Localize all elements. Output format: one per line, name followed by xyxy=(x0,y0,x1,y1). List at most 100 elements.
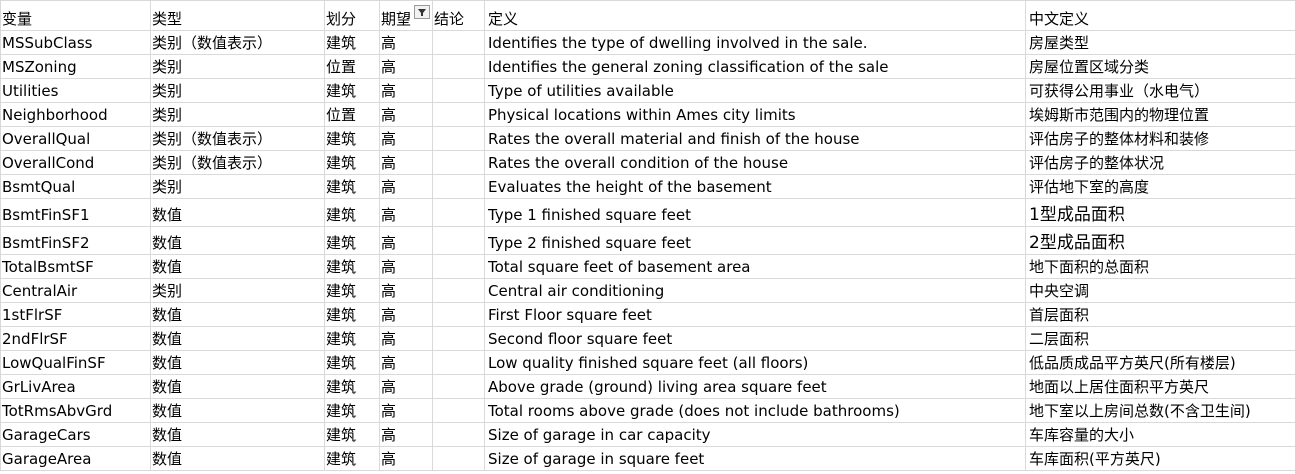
cell-division[interactable]: 建筑 xyxy=(324,422,380,447)
cell-conclusion[interactable] xyxy=(432,302,485,327)
cell-zh-definition[interactable]: 低品质成品平方英尺(所有楼层) xyxy=(1025,350,1295,375)
cell-definition[interactable]: Physical locations within Ames city limi… xyxy=(484,102,1026,127)
cell-definition[interactable]: Type 2 finished square feet xyxy=(484,226,1026,255)
header-cell-conclusion[interactable]: 结论 xyxy=(432,0,485,31)
cell-definition[interactable]: Rates the overall condition of the house xyxy=(484,150,1026,175)
cell-zh-definition[interactable]: 中央空调 xyxy=(1025,278,1295,303)
cell-expectation[interactable]: 高 xyxy=(379,302,433,327)
cell-conclusion[interactable] xyxy=(432,422,485,447)
header-cell-division[interactable]: 划分 xyxy=(324,0,380,31)
cell-variable[interactable]: GrLivArea xyxy=(0,374,151,399)
cell-zh-definition[interactable]: 房屋类型 xyxy=(1025,30,1295,55)
cell-type[interactable]: 数值 xyxy=(150,254,325,279)
cell-zh-definition[interactable]: 房屋位置区域分类 xyxy=(1025,54,1295,79)
cell-division[interactable]: 位置 xyxy=(324,102,380,127)
cell-expectation[interactable]: 高 xyxy=(379,278,433,303)
cell-variable[interactable]: LowQualFinSF xyxy=(0,350,151,375)
cell-variable[interactable]: TotRmsAbvGrd xyxy=(0,398,151,423)
cell-division[interactable]: 建筑 xyxy=(324,174,380,199)
cell-conclusion[interactable] xyxy=(432,54,485,79)
cell-type[interactable]: 数值 xyxy=(150,374,325,399)
cell-conclusion[interactable] xyxy=(432,254,485,279)
cell-type[interactable]: 类别 xyxy=(150,54,325,79)
cell-definition[interactable]: Evaluates the height of the basement xyxy=(484,174,1026,199)
cell-expectation[interactable]: 高 xyxy=(379,398,433,423)
cell-conclusion[interactable] xyxy=(432,350,485,375)
cell-conclusion[interactable] xyxy=(432,374,485,399)
cell-definition[interactable]: Rates the overall material and finish of… xyxy=(484,126,1026,151)
cell-conclusion[interactable] xyxy=(432,398,485,423)
cell-type[interactable]: 数值 xyxy=(150,422,325,447)
cell-division[interactable]: 建筑 xyxy=(324,226,380,255)
cell-division[interactable]: 建筑 xyxy=(324,302,380,327)
cell-conclusion[interactable] xyxy=(432,226,485,255)
cell-expectation[interactable]: 高 xyxy=(379,350,433,375)
cell-variable[interactable]: MSSubClass xyxy=(0,30,151,55)
cell-conclusion[interactable] xyxy=(432,278,485,303)
cell-definition[interactable]: Size of garage in square feet xyxy=(484,446,1026,471)
cell-expectation[interactable]: 高 xyxy=(379,254,433,279)
cell-expectation[interactable]: 高 xyxy=(379,374,433,399)
cell-zh-definition[interactable]: 2型成品面积 xyxy=(1025,226,1295,255)
cell-zh-definition[interactable]: 评估地下室的高度 xyxy=(1025,174,1295,199)
header-cell-definition[interactable]: 定义 xyxy=(484,0,1026,31)
cell-variable[interactable]: TotalBsmtSF xyxy=(0,254,151,279)
cell-zh-definition[interactable]: 评估房子的整体材料和装修 xyxy=(1025,126,1295,151)
cell-variable[interactable]: GarageArea xyxy=(0,446,151,471)
cell-type[interactable]: 数值 xyxy=(150,198,325,227)
cell-variable[interactable]: MSZoning xyxy=(0,54,151,79)
cell-definition[interactable]: Total square feet of basement area xyxy=(484,254,1026,279)
cell-division[interactable]: 建筑 xyxy=(324,350,380,375)
cell-variable[interactable]: Neighborhood xyxy=(0,102,151,127)
cell-type[interactable]: 数值 xyxy=(150,302,325,327)
cell-variable[interactable]: BsmtFinSF2 xyxy=(0,226,151,255)
cell-definition[interactable]: Second floor square feet xyxy=(484,326,1026,351)
cell-expectation[interactable]: 高 xyxy=(379,54,433,79)
header-cell-expectation[interactable]: 期望 xyxy=(379,0,433,31)
cell-zh-definition[interactable]: 可获得公用事业（水电气） xyxy=(1025,78,1295,103)
filter-funnel-icon[interactable] xyxy=(414,5,430,19)
cell-definition[interactable]: First Floor square feet xyxy=(484,302,1026,327)
cell-expectation[interactable]: 高 xyxy=(379,446,433,471)
cell-type[interactable]: 类别 xyxy=(150,278,325,303)
cell-variable[interactable]: GarageCars xyxy=(0,422,151,447)
cell-type[interactable]: 类别 xyxy=(150,78,325,103)
cell-division[interactable]: 建筑 xyxy=(324,78,380,103)
cell-variable[interactable]: Utilities xyxy=(0,78,151,103)
header-cell-zh-definition[interactable]: 中文定义 xyxy=(1025,0,1295,31)
cell-type[interactable]: 数值 xyxy=(150,446,325,471)
header-cell-variable[interactable]: 变量 xyxy=(0,0,151,31)
cell-expectation[interactable]: 高 xyxy=(379,102,433,127)
cell-zh-definition[interactable]: 二层面积 xyxy=(1025,326,1295,351)
cell-definition[interactable]: Type of utilities available xyxy=(484,78,1026,103)
cell-zh-definition[interactable]: 地下面积的总面积 xyxy=(1025,254,1295,279)
cell-expectation[interactable]: 高 xyxy=(379,30,433,55)
cell-type[interactable]: 类别（数值表示） xyxy=(150,150,325,175)
cell-zh-definition[interactable]: 地面以上居住面积平方英尺 xyxy=(1025,374,1295,399)
cell-zh-definition[interactable]: 1型成品面积 xyxy=(1025,198,1295,227)
cell-division[interactable]: 位置 xyxy=(324,54,380,79)
cell-division[interactable]: 建筑 xyxy=(324,398,380,423)
cell-division[interactable]: 建筑 xyxy=(324,278,380,303)
cell-expectation[interactable]: 高 xyxy=(379,198,433,227)
cell-definition[interactable]: Above grade (ground) living area square … xyxy=(484,374,1026,399)
cell-conclusion[interactable] xyxy=(432,102,485,127)
cell-division[interactable]: 建筑 xyxy=(324,326,380,351)
cell-expectation[interactable]: 高 xyxy=(379,78,433,103)
cell-expectation[interactable]: 高 xyxy=(379,150,433,175)
cell-variable[interactable]: BsmtFinSF1 xyxy=(0,198,151,227)
cell-type[interactable]: 数值 xyxy=(150,326,325,351)
cell-type[interactable]: 数值 xyxy=(150,350,325,375)
cell-type[interactable]: 数值 xyxy=(150,398,325,423)
cell-definition[interactable]: Identifies the type of dwelling involved… xyxy=(484,30,1026,55)
cell-variable[interactable]: OverallQual xyxy=(0,126,151,151)
cell-conclusion[interactable] xyxy=(432,198,485,227)
cell-conclusion[interactable] xyxy=(432,126,485,151)
cell-division[interactable]: 建筑 xyxy=(324,198,380,227)
cell-type[interactable]: 类别（数值表示） xyxy=(150,30,325,55)
cell-expectation[interactable]: 高 xyxy=(379,226,433,255)
cell-variable[interactable]: 1stFlrSF xyxy=(0,302,151,327)
cell-expectation[interactable]: 高 xyxy=(379,126,433,151)
cell-division[interactable]: 建筑 xyxy=(324,30,380,55)
cell-variable[interactable]: OverallCond xyxy=(0,150,151,175)
